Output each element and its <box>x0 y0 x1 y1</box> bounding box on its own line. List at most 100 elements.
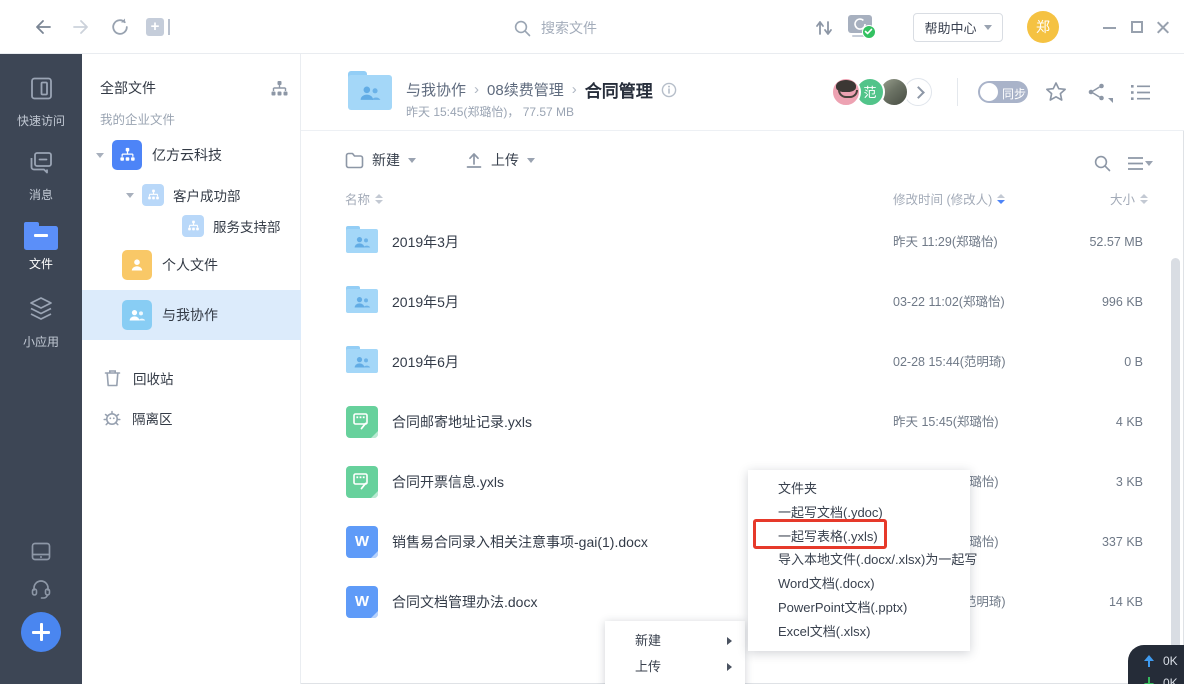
vertical-scrollbar[interactable] <box>1171 258 1180 665</box>
file-name: 2019年3月 <box>392 212 459 272</box>
tree-label: 回收站 <box>133 368 174 388</box>
breadcrumb-item[interactable]: 与我协作 <box>406 79 466 100</box>
user-avatar[interactable]: 郑 <box>1027 11 1059 43</box>
window-maximize-button[interactable] <box>1131 21 1143 33</box>
tree-node-shared-with-me[interactable]: 与我协作 <box>122 300 218 330</box>
file-name: 合同开票信息.yxls <box>392 452 504 512</box>
upload-arrow-icon <box>1144 655 1154 667</box>
submenu-powerpoint[interactable]: PowerPoint文档(.pptx) <box>748 596 970 620</box>
file-size: 337 KB <box>1102 512 1143 572</box>
help-center-button[interactable]: 帮助中心 <box>913 13 1003 42</box>
collapse-caret-icon[interactable] <box>96 153 104 158</box>
collaborator-avatar[interactable] <box>831 77 861 107</box>
file-modified: 昨天 11:29(郑璐怡) <box>893 212 998 272</box>
context-menu-upload[interactable]: 上传 <box>605 654 745 680</box>
app-window: + 搜索文件 帮助中心 郑 快速访问 <box>0 0 1184 684</box>
tree-node-service-support[interactable]: 服务支持部 <box>182 214 281 238</box>
file-name: 2019年6月 <box>392 332 459 392</box>
share-icon[interactable] <box>1087 82 1113 104</box>
submenu-arrow-icon <box>727 637 732 645</box>
top-toolbar: + 搜索文件 帮助中心 郑 <box>0 0 1184 54</box>
search-icon <box>514 20 531 37</box>
transfer-speed-widget[interactable]: 0K 0K <box>1128 645 1184 684</box>
favorite-star-icon[interactable] <box>1045 81 1067 103</box>
context-menu-new[interactable]: 新建 <box>605 628 745 654</box>
breadcrumb: 与我协作 › 08续费管理 › 合同管理 <box>406 77 677 102</box>
menu-item-label: 上传 <box>635 659 661 674</box>
file-row[interactable]: 2019年6月 02-28 15:44(范明琦) 0 B <box>301 332 1184 392</box>
window-minimize-button[interactable] <box>1103 27 1116 29</box>
info-icon[interactable] <box>661 82 677 98</box>
refresh-icon[interactable] <box>110 17 130 37</box>
shared-folder-icon <box>346 346 378 373</box>
sync-toggle[interactable]: 同步 <box>978 81 1028 103</box>
tree-node-personal-files[interactable]: 个人文件 <box>122 250 218 280</box>
tree-node-customer-success[interactable]: 客户成功部 <box>126 183 241 207</box>
column-label: 大小 <box>1110 189 1135 208</box>
help-center-label: 帮助中心 <box>924 18 976 37</box>
file-row[interactable]: 合同开票信息.yxls 昨天 15:45(郑璐怡) 3 KB <box>301 452 1184 512</box>
transfer-list-icon[interactable] <box>814 18 834 38</box>
new-button[interactable]: 新建 <box>345 150 416 170</box>
file-row[interactable]: 合同邮寄地址记录.yxls 昨天 15:45(郑璐怡) 4 KB <box>301 392 1184 452</box>
file-row[interactable]: 2019年5月 03-22 11:02(郑璐怡) 996 KB <box>301 272 1184 332</box>
sync-status-icon[interactable] <box>848 14 876 40</box>
file-name: 2019年5月 <box>392 272 459 332</box>
support-headset-icon[interactable] <box>30 577 52 599</box>
column-header-size[interactable]: 大小 <box>1110 189 1148 208</box>
nav-mini-apps[interactable]: 小应用 <box>0 295 82 350</box>
list-filter-icon[interactable] <box>1127 156 1153 172</box>
new-tab-button[interactable]: + <box>146 18 164 36</box>
nav-rail: 快速访问 消息 文件 小应用 <box>0 54 82 684</box>
collapse-caret-icon[interactable] <box>126 193 134 198</box>
toggle-knob <box>980 83 998 101</box>
folder-tree-panel: 全部文件 我的企业文件 亿方云科技 客户成功部 服务支持部 <box>82 54 301 684</box>
sort-icon <box>375 194 383 204</box>
file-size: 3 KB <box>1116 452 1143 512</box>
view-list-icon[interactable] <box>1130 83 1151 102</box>
submenu-import-local[interactable]: 导入本地文件(.docx/.xlsx)为一起写 <box>748 548 970 572</box>
file-row[interactable]: 2019年3月 昨天 11:29(郑璐怡) 52.57 MB <box>301 212 1184 272</box>
tree-all-files[interactable]: 全部文件 <box>100 78 156 98</box>
nav-messages[interactable]: 消息 <box>0 150 82 203</box>
submenu-word[interactable]: Word文档(.docx) <box>748 572 970 596</box>
column-label: 修改时间 (修改人) <box>893 189 992 208</box>
list-search-icon[interactable] <box>1094 155 1111 172</box>
new-button-label: 新建 <box>372 150 400 170</box>
file-size: 996 KB <box>1102 272 1143 332</box>
tree-label: 全部文件 <box>100 78 156 98</box>
nav-files[interactable]: 文件 <box>0 222 82 272</box>
back-arrow-icon[interactable] <box>32 17 52 37</box>
tree-quarantine[interactable]: 隔离区 <box>102 407 173 428</box>
submenu-excel[interactable]: Excel文档(.xlsx) <box>748 620 970 644</box>
forward-arrow-icon[interactable] <box>72 17 92 37</box>
tree-label: 与我协作 <box>162 305 218 325</box>
word-doc-icon: W <box>346 526 378 558</box>
submenu-arrow-icon <box>727 663 732 671</box>
column-header-modified[interactable]: 修改时间 (修改人) <box>893 189 1005 208</box>
add-button[interactable] <box>21 612 61 652</box>
chevron-down-icon <box>408 158 416 163</box>
file-size: 52.57 MB <box>1089 212 1143 272</box>
desktop-client-icon[interactable] <box>31 542 51 561</box>
column-header-name[interactable]: 名称 <box>345 189 383 208</box>
tree-recycle-bin[interactable]: 回收站 <box>104 368 174 388</box>
nav-quick-access[interactable]: 快速访问 <box>0 75 82 129</box>
org-structure-icon[interactable] <box>270 80 289 98</box>
submenu-folder[interactable]: 文件夹 <box>748 477 970 501</box>
nav-label: 小应用 <box>0 333 82 350</box>
nav-label: 快速访问 <box>0 112 82 129</box>
file-name: 销售易合同录入相关注意事项-gai(1).docx <box>392 512 648 572</box>
menu-item-label: 新建 <box>635 633 661 648</box>
file-row[interactable]: W 销售易合同录入相关注意事项-gai(1).docx 昨天 15:45(郑璐怡… <box>301 512 1184 572</box>
tree-node-company[interactable]: 亿方云科技 <box>96 140 222 170</box>
file-modified: 02-28 15:44(范明琦) <box>893 332 1006 392</box>
shared-folder-icon <box>346 286 378 313</box>
global-search[interactable]: 搜索文件 <box>514 18 597 38</box>
upload-button[interactable]: 上传 <box>465 150 535 170</box>
breadcrumb-item[interactable]: 08续费管理 <box>487 79 564 100</box>
tree-label: 个人文件 <box>162 255 218 275</box>
department-icon <box>142 184 164 206</box>
toggle-label: 同步 <box>1002 85 1026 102</box>
window-close-button[interactable] <box>1156 20 1170 34</box>
